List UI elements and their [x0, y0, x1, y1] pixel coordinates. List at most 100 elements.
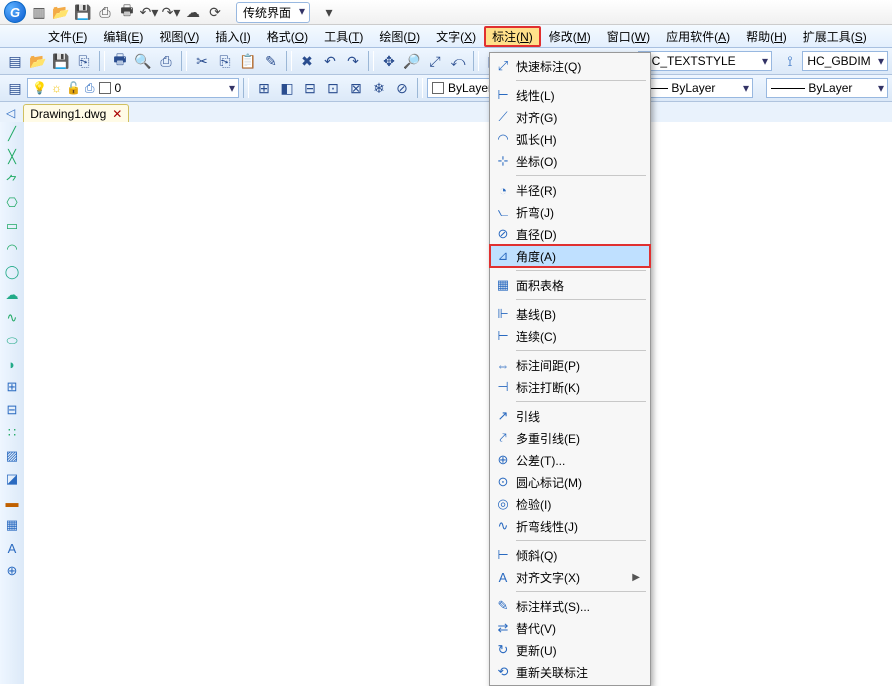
menu-item-重新关联标注[interactable]: ⟲重新关联标注: [490, 661, 650, 683]
interface-style-dropdown[interactable]: 传统界面: [236, 2, 310, 23]
redo-button[interactable]: ↷: [342, 50, 364, 72]
menu-item-公差T[interactable]: ⊕公差(T)...: [490, 449, 650, 471]
polyline-tool[interactable]: ⺈: [2, 170, 22, 190]
layer-match-button[interactable]: ⊠: [345, 77, 367, 99]
menu-item-基线B[interactable]: ⊩基线(B): [490, 303, 650, 325]
mtext-tool[interactable]: A: [2, 538, 22, 558]
menu-item-倾斜Q[interactable]: ⊢倾斜(Q): [490, 544, 650, 566]
spline-tool[interactable]: ∿: [2, 308, 22, 328]
menu-item-角度A[interactable]: ⊿角度(A): [490, 245, 650, 267]
print-icon[interactable]: 🖶: [118, 3, 136, 21]
interface-help-icon[interactable]: ▾: [320, 3, 338, 21]
layer-dropdown[interactable]: 💡 ☼ 🔓 ⎙ 0: [27, 78, 239, 98]
refresh-icon[interactable]: ⟳: [206, 3, 224, 21]
menu-item-折弯J[interactable]: ⦦折弯(J): [490, 201, 650, 223]
dimstyle-icon[interactable]: ⟟: [779, 50, 801, 72]
saveas-button[interactable]: ⎘: [73, 50, 95, 72]
print-button[interactable]: 🖶: [109, 50, 131, 72]
zoom-window-button[interactable]: ⤢: [424, 50, 446, 72]
arc-tool[interactable]: ◠: [2, 239, 22, 259]
new-icon[interactable]: ▥: [30, 3, 48, 21]
add-selected-tool[interactable]: ⊕: [2, 561, 22, 581]
menu-item-对齐G[interactable]: ⟋对齐(G): [490, 106, 650, 128]
menu-item-连续C[interactable]: ⊢连续(C): [490, 325, 650, 347]
layer-walk-button[interactable]: ⊡: [322, 77, 344, 99]
menu-item-半径R[interactable]: ◔半径(R): [490, 179, 650, 201]
circle-tool[interactable]: ◯: [2, 262, 22, 282]
save-button[interactable]: 💾: [50, 50, 72, 72]
menu-窗口[interactable]: 窗口(W): [599, 26, 658, 47]
point-tool[interactable]: ∷: [2, 423, 22, 443]
plot-icon[interactable]: ⎙: [96, 3, 114, 21]
open-icon[interactable]: 📂: [52, 3, 70, 21]
menu-item-弧长H[interactable]: ◠弧长(H): [490, 128, 650, 150]
save-icon[interactable]: 💾: [74, 3, 92, 21]
drawing-canvas[interactable]: [24, 122, 892, 684]
menu-工具[interactable]: 工具(T): [316, 26, 371, 47]
revcloud-tool[interactable]: ☁: [2, 285, 22, 305]
open-file-button[interactable]: 📂: [27, 50, 49, 72]
erase-button[interactable]: ✖: [296, 50, 318, 72]
copy-button[interactable]: ⎘: [214, 50, 236, 72]
zoom-button[interactable]: 🔎: [401, 50, 423, 72]
line-tool[interactable]: ╱: [2, 124, 22, 144]
construction-line-tool[interactable]: ╳: [2, 147, 22, 167]
layer-manager-button[interactable]: ▤: [4, 77, 26, 99]
menu-应用软件[interactable]: 应用软件(A): [658, 26, 738, 47]
undo-button[interactable]: ↶: [319, 50, 341, 72]
menu-绘图[interactable]: 绘图(D): [371, 26, 428, 47]
menu-格式[interactable]: 格式(O): [259, 26, 316, 47]
polygon-tool[interactable]: ⎔: [2, 193, 22, 213]
insert-block-tool[interactable]: ⊞: [2, 377, 22, 397]
menu-编辑[interactable]: 编辑(E): [95, 26, 151, 47]
menu-扩展工具[interactable]: 扩展工具(S): [795, 26, 875, 47]
menu-item-对齐文字X[interactable]: A对齐文字(X)▶: [490, 566, 650, 588]
plot-button[interactable]: ⎙: [155, 50, 177, 72]
textstyle-dropdown[interactable]: HC_TEXTSTYLE: [638, 51, 772, 71]
layer-off-button[interactable]: ⊘: [391, 77, 413, 99]
dimstyle-dropdown[interactable]: HC_GBDIM: [802, 51, 888, 71]
preview-button[interactable]: 🔍: [132, 50, 154, 72]
menu-视图[interactable]: 视图(V): [151, 26, 207, 47]
undo-icon[interactable]: ↶▾: [140, 3, 158, 21]
menu-item-多重引线E[interactable]: ⤤多重引线(E): [490, 427, 650, 449]
region-tool[interactable]: ▬: [2, 492, 22, 512]
menu-item-检验I[interactable]: ◎检验(I): [490, 493, 650, 515]
new-file-button[interactable]: ▤: [4, 50, 26, 72]
menu-item-折弯线性J[interactable]: ∿折弯线性(J): [490, 515, 650, 537]
menu-文字[interactable]: 文字(X): [428, 26, 484, 47]
menu-item-标注打断K[interactable]: ⊣标注打断(K): [490, 376, 650, 398]
menu-item-面积表格[interactable]: ▦面积表格: [490, 274, 650, 296]
zoom-prev-button[interactable]: ⤺: [447, 50, 469, 72]
hatch-tool[interactable]: ▨: [2, 446, 22, 466]
cut-button[interactable]: ✂: [191, 50, 213, 72]
menu-标注[interactable]: 标注(N): [484, 26, 541, 47]
menu-插入[interactable]: 插入(I): [207, 26, 258, 47]
close-tab-icon[interactable]: ✕: [112, 107, 122, 121]
menu-item-快速标注Q[interactable]: ⤢快速标注(Q): [490, 55, 650, 77]
menu-item-替代V[interactable]: ⇄替代(V): [490, 617, 650, 639]
menu-修改[interactable]: 修改(M): [541, 26, 599, 47]
linetype2-dropdown[interactable]: ByLayer: [766, 78, 888, 98]
menu-item-更新U[interactable]: ↻更新(U): [490, 639, 650, 661]
layer-prev-button[interactable]: ⊟: [299, 77, 321, 99]
menu-item-坐标O[interactable]: ⊹坐标(O): [490, 150, 650, 172]
layer-iso-button[interactable]: ◧: [276, 77, 298, 99]
pan-button[interactable]: ✥: [378, 50, 400, 72]
ellipse-tool[interactable]: ⬭: [2, 331, 22, 351]
document-tab[interactable]: Drawing1.dwg ✕: [23, 104, 129, 123]
menu-帮助[interactable]: 帮助(H): [738, 26, 795, 47]
ellipse-arc-tool[interactable]: ◗: [2, 354, 22, 374]
table-tool[interactable]: ▦: [2, 515, 22, 535]
layer-freeze-button[interactable]: ❄: [368, 77, 390, 99]
make-block-tool[interactable]: ⊟: [2, 400, 22, 420]
menu-item-引线[interactable]: ↗引线: [490, 405, 650, 427]
match-button[interactable]: ✎: [260, 50, 282, 72]
rectangle-tool[interactable]: ▭: [2, 216, 22, 236]
layer-states-button[interactable]: ⊞: [253, 77, 275, 99]
menu-item-圆心标记M[interactable]: ⊙圆心标记(M): [490, 471, 650, 493]
menu-文件[interactable]: 文件(F): [40, 26, 95, 47]
cloud-icon[interactable]: ☁: [184, 3, 202, 21]
redo-icon[interactable]: ↷▾: [162, 3, 180, 21]
menu-item-标注样式S[interactable]: ✎标注样式(S)...: [490, 595, 650, 617]
